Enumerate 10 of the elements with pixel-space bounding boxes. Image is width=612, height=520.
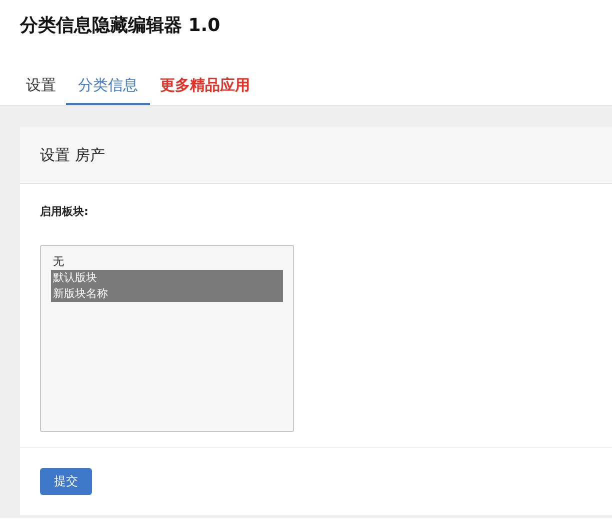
list-option[interactable]: 无: [51, 254, 283, 270]
tab[interactable]: 设置: [14, 66, 68, 105]
submit-button[interactable]: 提交: [40, 468, 92, 495]
forum-listbox[interactable]: 无 默认版块 新版块名称: [40, 245, 294, 432]
apps-link[interactable]: 更多精品应用: [148, 66, 262, 105]
list-option[interactable]: 新版块名称: [51, 286, 283, 302]
card-header: 设置 房产: [20, 127, 612, 184]
field-label: 启用板块:: [40, 204, 90, 219]
page-title: 分类信息隐藏编辑器 1.0: [20, 14, 222, 38]
list-option[interactable]: 默认版块: [51, 270, 283, 286]
